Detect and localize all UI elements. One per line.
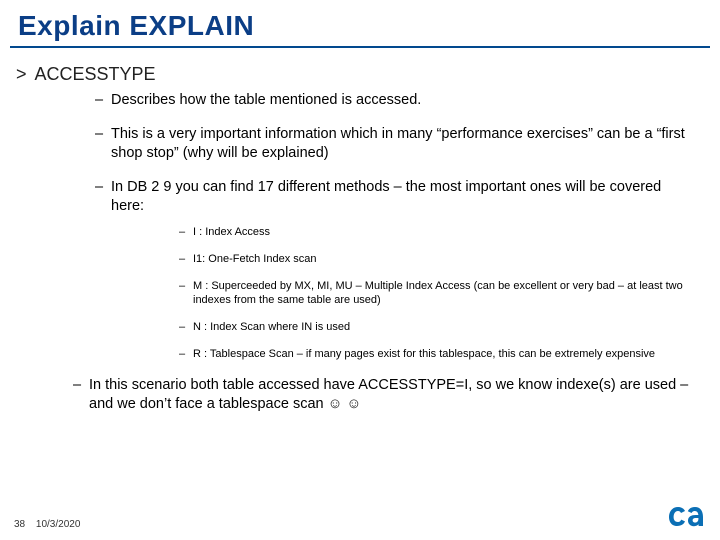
section-heading: > ACCESSTYPE [0, 56, 720, 85]
sub-bullet-text: R : Tablespace Scan – if many pages exis… [193, 348, 655, 360]
ca-logo-icon [668, 504, 704, 532]
bullet-item: Describes how the table mentioned is acc… [95, 91, 695, 111]
closing-list: In this scenario both table accessed hav… [0, 376, 720, 415]
sub-bullet-list: I : Index Access I1: One-Fetch Index sca… [111, 225, 695, 362]
footer: 38 10/3/2020 [14, 519, 80, 530]
slide: Explain EXPLAIN > ACCESSTYPE Describes h… [0, 0, 720, 540]
slide-title: Explain EXPLAIN [18, 10, 702, 42]
sub-bullet-item: R : Tablespace Scan – if many pages exis… [179, 347, 695, 362]
bullet-list: Describes how the table mentioned is acc… [0, 91, 720, 362]
bullet-text: Describes how the table mentioned is acc… [111, 92, 421, 108]
sub-bullet-item: I1: One-Fetch Index scan [179, 252, 695, 267]
chevron-right-icon: > [16, 64, 27, 85]
sub-bullet-text: I : Index Access [193, 226, 270, 238]
bullet-text: In DB 2 9 you can find 17 different meth… [111, 179, 661, 215]
closing-item: In this scenario both table accessed hav… [73, 376, 695, 415]
bullet-item: This is a very important information whi… [95, 125, 695, 164]
sub-bullet-text: I1: One-Fetch Index scan [193, 253, 317, 265]
bullet-item: In DB 2 9 you can find 17 different meth… [95, 178, 695, 362]
closing-text: In this scenario both table accessed hav… [89, 377, 688, 413]
bullet-text: This is a very important information whi… [111, 126, 685, 162]
footer-date: 10/3/2020 [36, 519, 81, 530]
page-number: 38 [14, 519, 25, 530]
sub-bullet-item: N : Index Scan where IN is used [179, 320, 695, 335]
section-heading-text: ACCESSTYPE [35, 64, 156, 85]
sub-bullet-text: M : Superceeded by MX, MI, MU – Multiple… [193, 280, 683, 307]
title-area: Explain EXPLAIN [0, 0, 720, 46]
sub-bullet-text: N : Index Scan where IN is used [193, 321, 350, 333]
sub-bullet-item: I : Index Access [179, 225, 695, 240]
sub-bullet-item: M : Superceeded by MX, MI, MU – Multiple… [179, 279, 695, 309]
title-divider [10, 46, 710, 48]
